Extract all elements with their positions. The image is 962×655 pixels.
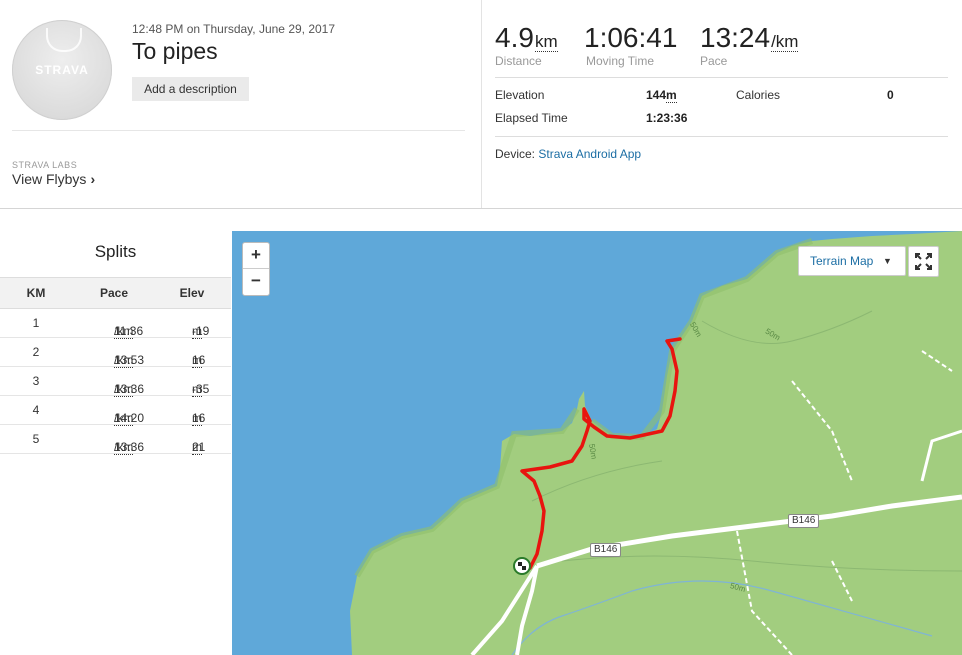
distance-label: Distance	[495, 54, 542, 68]
road-label: B146	[788, 514, 820, 528]
activity-title[interactable]: To pipes	[132, 38, 218, 65]
zoom-out-icon[interactable]: −	[243, 269, 269, 295]
map-canvas[interactable]	[232, 231, 962, 655]
header-bottom-divider	[0, 208, 962, 209]
pace-label: Pace	[700, 54, 728, 68]
caret-down-icon: ▼	[883, 256, 892, 266]
col-header-km: KM	[26, 286, 46, 300]
distance-value: 4.9km	[495, 22, 558, 54]
zoom-control: + −	[242, 242, 270, 296]
calories-value: 0	[887, 88, 894, 102]
pace-unit: /km	[114, 440, 134, 455]
divider	[12, 130, 465, 131]
moving-time-label: Moving Time	[586, 54, 655, 68]
divider	[495, 136, 948, 137]
table-row: 3 13:36 /km -35 m	[0, 366, 231, 397]
map-type-label: Terrain Map	[810, 254, 874, 268]
pace-number: 13:24	[700, 22, 771, 53]
split-km: 1	[32, 316, 40, 330]
elapsed-time-label: Elapsed Time	[495, 111, 568, 125]
splits-title: Splits	[94, 242, 137, 261]
split-km: 4	[32, 403, 40, 417]
split-km: 5	[32, 432, 40, 446]
table-row: 2 13:53 /km 16 m	[0, 337, 231, 368]
device-info: Device: Strava Android App	[495, 147, 641, 161]
zoom-in-icon[interactable]: +	[243, 243, 269, 269]
distance-unit: km	[534, 32, 558, 52]
distance-number: 4.9	[495, 22, 534, 53]
splits-header-row: KM Pace Elev	[0, 277, 231, 309]
finish-flag-icon[interactable]	[513, 557, 531, 575]
view-flybys-label: View Flybys	[12, 171, 87, 187]
map-type-dropdown[interactable]: Terrain Map ▼	[798, 246, 906, 276]
athlete-avatar[interactable]: STRAVA	[12, 20, 112, 120]
activity-datetime: 12:48 PM on Thursday, June 29, 2017	[132, 22, 336, 36]
road-label: B146	[590, 543, 622, 557]
split-km: 2	[32, 345, 40, 359]
table-row: 4 14:20 /km 16 m	[0, 395, 231, 426]
elev-unit: m	[192, 440, 202, 455]
col-header-elev: Elev	[179, 286, 205, 300]
device-link[interactable]: Strava Android App	[538, 147, 641, 161]
fullscreen-icon[interactable]	[908, 246, 939, 277]
route-map[interactable]	[232, 231, 962, 655]
view-flybys-link[interactable]: View Flybys ›	[12, 171, 95, 187]
elevation-unit: m	[666, 88, 677, 103]
elapsed-time-value: 1:23:36	[646, 111, 688, 125]
split-km: 3	[32, 374, 40, 388]
divider	[495, 77, 948, 78]
elevation-value: 144m	[646, 88, 677, 103]
moving-time-value: 1:06:41	[584, 22, 678, 53]
fullscreen-glyph	[915, 253, 932, 270]
chevron-right-icon: ›	[90, 171, 96, 187]
avatar-brand-text: STRAVA	[35, 63, 89, 77]
table-row: 5 13:36 /km 21 m	[0, 424, 231, 455]
jersey-collar-icon	[46, 28, 82, 52]
pace-unit: /km	[771, 32, 799, 52]
strava-labs-label: STRAVA LABS	[12, 160, 78, 170]
add-description-button[interactable]: Add a description	[132, 77, 249, 101]
col-header-pace: Pace	[99, 286, 129, 300]
table-row: 1 11:36 /km -19 m	[0, 308, 231, 339]
pace-value: 13:24/km	[700, 22, 799, 54]
vertical-divider	[481, 0, 482, 208]
device-label: Device:	[495, 147, 536, 161]
elevation-label: Elevation	[495, 88, 545, 102]
elevation-number: 144	[646, 88, 667, 102]
calories-label: Calories	[736, 88, 781, 102]
